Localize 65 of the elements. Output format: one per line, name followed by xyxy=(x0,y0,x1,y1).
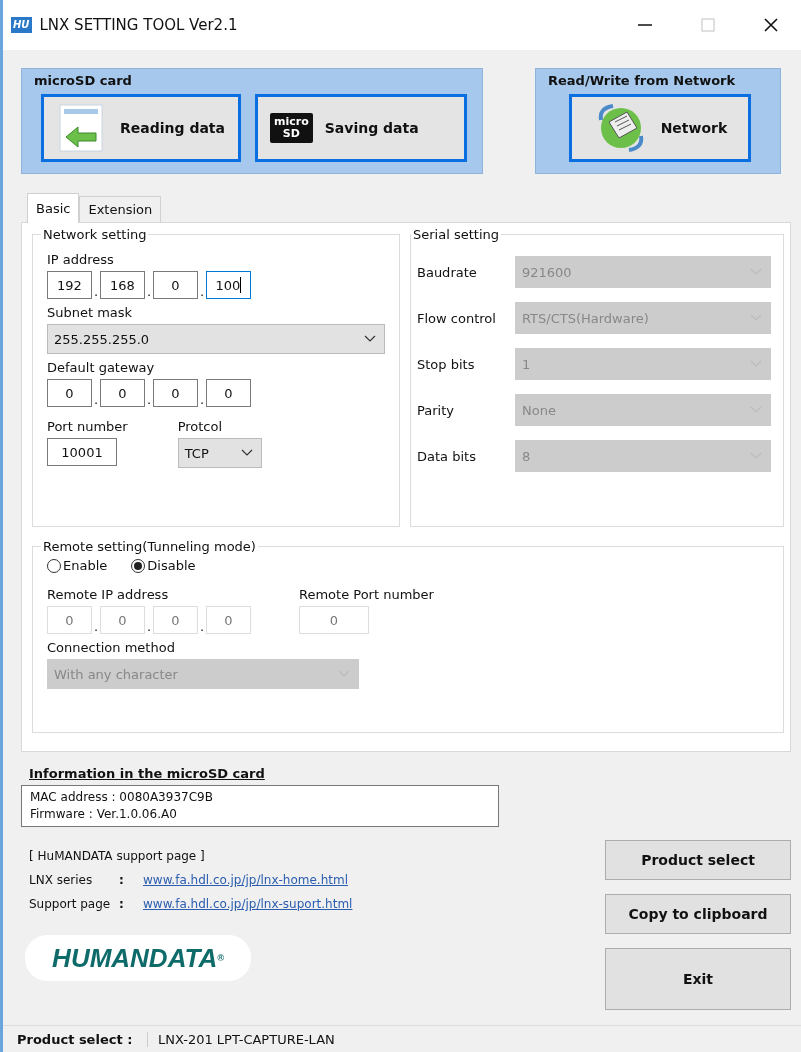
action-button[interactable]: Exit xyxy=(605,948,791,1010)
input-field[interactable]: 0 xyxy=(206,379,251,407)
field-label: Flow control xyxy=(417,310,497,326)
group-title: Network setting xyxy=(42,227,148,242)
field-label: Subnet mask xyxy=(47,305,134,320)
tab[interactable]: Extension xyxy=(79,196,162,222)
support-heading: [ HuMANDATA support page ] xyxy=(29,849,206,863)
info-line: MAC address : 0080A3937C9B xyxy=(30,789,214,806)
field-label: Stop bits xyxy=(417,356,476,372)
app-icon: HU xyxy=(11,17,32,33)
close-icon[interactable] xyxy=(763,17,779,33)
separator-dot: . xyxy=(198,392,206,407)
microsd-icon: micro SD xyxy=(270,113,313,143)
separator-dot: . xyxy=(92,619,100,634)
input-field[interactable]: 100 xyxy=(206,271,251,299)
tab[interactable]: Basic xyxy=(27,193,80,223)
dropdown[interactable]: TCP xyxy=(177,438,262,468)
input-field[interactable]: 0 xyxy=(47,379,92,407)
toolbar-button[interactable]: micro SD Saving data xyxy=(255,94,467,162)
field-label: Default gateway xyxy=(47,360,156,375)
input-field[interactable]: 0 xyxy=(100,379,145,407)
network-button[interactable]: Network xyxy=(569,94,751,162)
action-button[interactable]: Copy to clipboard xyxy=(605,894,791,934)
link[interactable]: www.fa.hdl.co.jp/jp/lnx-home.html xyxy=(143,873,348,887)
toolbar-button[interactable]: Reading data xyxy=(41,94,241,162)
panel-title: microSD card xyxy=(34,73,133,88)
action-button[interactable]: Product select xyxy=(605,840,791,880)
group-title: Serial setting xyxy=(412,227,500,242)
field-label: Remote Port number xyxy=(299,587,434,602)
link[interactable]: www.fa.hdl.co.jp/jp/lnx-suport.html xyxy=(143,897,353,911)
field-label: Baudrate xyxy=(417,264,478,280)
status-value: LNX-201 LPT-CAPTURE-LAN xyxy=(158,1031,335,1047)
input-field[interactable]: 10001 xyxy=(47,438,117,466)
separator-dot: . xyxy=(92,392,100,407)
colon: : xyxy=(119,873,125,887)
field-label: Parity xyxy=(417,402,455,418)
separator-dot: . xyxy=(198,284,206,299)
field-label: Data bits xyxy=(417,448,477,464)
field-label: Protcol xyxy=(177,419,224,434)
info-line: Firmware : Ver.1.0.06.A0 xyxy=(30,806,178,823)
window-title: LNX SETTING TOOL Ver2.1 xyxy=(39,16,238,34)
input-field[interactable]: 0 xyxy=(153,271,198,299)
separator-dot: . xyxy=(198,619,206,634)
status-label: Product select : xyxy=(17,1031,148,1047)
separator-dot: . xyxy=(145,284,153,299)
section-title: Information in the microSD card xyxy=(29,766,266,781)
chevron-down-icon xyxy=(364,335,376,343)
field-label: IP address xyxy=(47,252,115,267)
link-label: Support page xyxy=(29,897,112,911)
field-label: Port number xyxy=(47,419,128,434)
maximize-icon xyxy=(701,18,715,32)
separator-dot: . xyxy=(92,284,100,299)
colon: : xyxy=(119,897,125,911)
chevron-down-icon xyxy=(240,449,253,457)
link-label: LNX series xyxy=(29,873,94,887)
separator-dot: . xyxy=(145,619,153,634)
input-field[interactable]: 168 xyxy=(100,271,145,299)
field-label: Connection method xyxy=(47,640,176,655)
panel-title: Read/Write from Network xyxy=(548,73,737,88)
dropdown[interactable]: 255.255.255.0 xyxy=(47,324,385,354)
input-field[interactable]: 0 xyxy=(153,379,198,407)
input-field[interactable]: 192 xyxy=(47,271,92,299)
separator-dot: . xyxy=(145,392,153,407)
group-title: Remote setting(Tunneling mode) xyxy=(42,539,257,554)
field-label: Remote IP address xyxy=(47,587,170,602)
